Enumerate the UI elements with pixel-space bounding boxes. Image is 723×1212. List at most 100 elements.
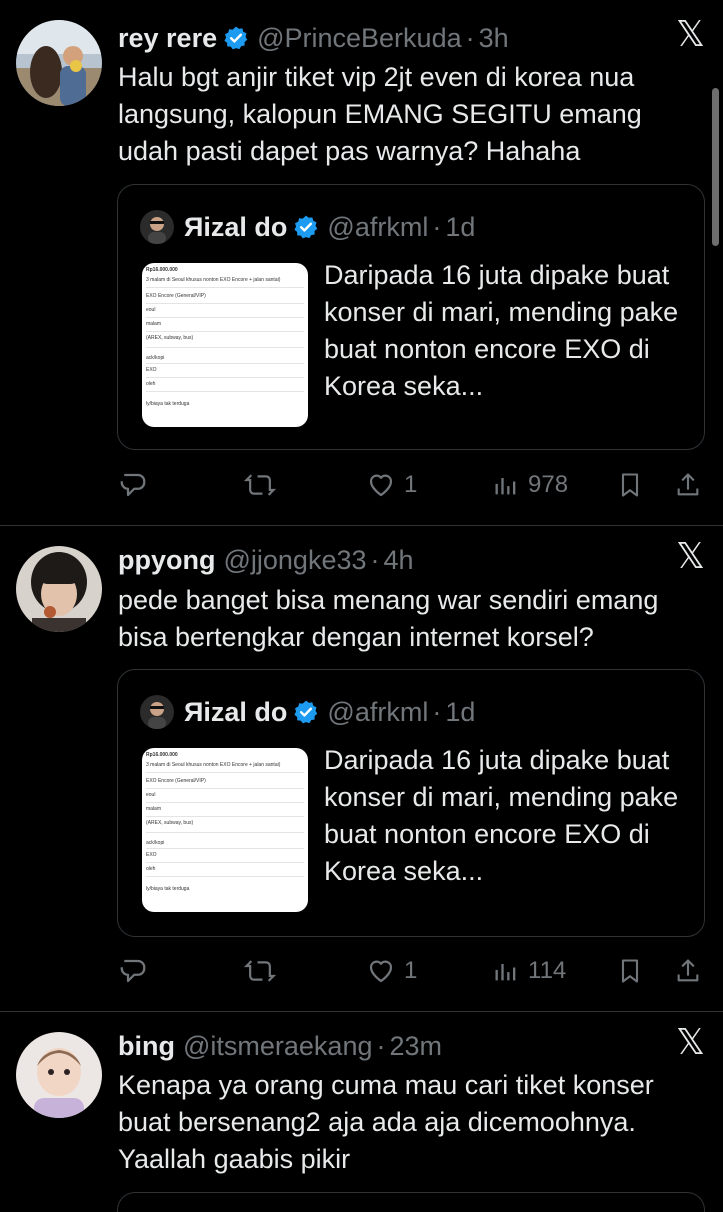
thumb-text: (AREX, subway, bus) [146, 335, 194, 341]
like-count: 1 [404, 957, 418, 984]
thumb-text: malam [146, 321, 162, 327]
retweet-icon [244, 474, 276, 496]
timestamp[interactable]: 23m [389, 1031, 442, 1062]
quoted-timestamp: 1d [445, 696, 476, 727]
thumb-text: eoul [146, 792, 156, 798]
retweet-icon [244, 960, 276, 982]
like-count: 1 [404, 471, 418, 498]
thumb-text: EXO [146, 367, 157, 373]
handle[interactable]: @PrinceBerkuda [257, 23, 462, 54]
thumb-text: EXO Encore (General/VIP) [146, 293, 206, 299]
views-button[interactable]: 978 [492, 468, 568, 502]
thumb-text: EXO Encore (General/VIP) [146, 778, 206, 784]
tweet-actions: 1 114 [118, 954, 708, 988]
like-button[interactable]: 1 [366, 468, 417, 502]
heart-icon [369, 960, 393, 983]
reply-icon [120, 473, 146, 497]
tweet-header: bing @itsmeraekang · 23m [118, 1026, 442, 1066]
handle[interactable]: @itsmeraekang [183, 1031, 373, 1062]
tweet-text: pede banget bisa menang war sendiri eman… [118, 585, 659, 652]
thumb-text: ack/kopi [146, 840, 165, 846]
quoted-tweet-header: Яizal do @afrkml · 1d [140, 209, 475, 245]
quoted-avatar [140, 210, 174, 244]
display-name[interactable]: ppyong [118, 545, 215, 576]
quoted-image-thumbnail[interactable]: Rp16.000.000 3 malam di Seoul khusus non… [142, 263, 308, 427]
x-logo-icon[interactable]: 𝕏 [676, 536, 705, 577]
quoted-image-thumbnail[interactable]: Rp16.000.000 3 malam di Seoul khusus non… [142, 748, 308, 912]
separator: · [370, 544, 380, 575]
handle[interactable]: @jjongke33 [223, 545, 366, 576]
timestamp[interactable]: 3h [479, 23, 509, 54]
views-button[interactable]: 114 [492, 954, 566, 988]
thumb-text: oleh [146, 381, 156, 387]
quoted-tweet-text: Daripada 16 juta dipake buat konser di m… [324, 745, 679, 886]
thumb-text: 3 malam di Seoul khusus nonton EXO Encor… [146, 762, 281, 768]
quoted-tweet[interactable]: Яizal do @afrkml · 1d Rp16.000.000 3 mal… [117, 669, 705, 937]
display-name[interactable]: rey rere [118, 23, 217, 54]
separator: · [465, 22, 475, 53]
tweet-header: ppyong @jjongke33 · 4h [118, 540, 414, 580]
avatar[interactable] [16, 546, 102, 632]
views-count: 978 [528, 471, 569, 498]
verified-badge-icon [223, 25, 249, 51]
quoted-avatar [140, 695, 174, 729]
thumb-text: malam [146, 806, 162, 812]
tweet-3[interactable]: bing @itsmeraekang · 23m 𝕏 Kenapa ya ora… [0, 1012, 723, 1212]
like-button[interactable]: 1 [366, 954, 417, 988]
quoted-display-name: Яizal do [184, 696, 288, 727]
views-count: 114 [528, 957, 567, 984]
avatar[interactable] [16, 1032, 102, 1118]
heart-icon [369, 474, 393, 497]
x-logo-icon[interactable]: 𝕏 [676, 14, 705, 55]
verified-badge-icon [293, 699, 319, 725]
retweet-button[interactable] [244, 954, 284, 988]
thumb-text: 3 malam di Seoul khusus nonton EXO Encor… [146, 277, 281, 283]
bookmark-icon [621, 473, 639, 497]
scrollbar[interactable] [712, 88, 719, 246]
bookmark-button[interactable] [616, 954, 644, 988]
quoted-handle: @afrkml [327, 696, 429, 727]
separator: · [376, 1030, 386, 1061]
separator: · [432, 211, 442, 242]
reply-button[interactable] [118, 954, 156, 988]
thumb-text: (AREX, subway, bus) [146, 820, 194, 826]
quoted-tweet-text: Daripada 16 juta dipake buat konser di m… [324, 260, 679, 401]
quoted-tweet[interactable] [117, 1192, 705, 1212]
quoted-tweet[interactable]: Яizal do @afrkml · 1d Rp16.000.000 3 mal… [117, 184, 705, 450]
quoted-display-name: Яizal do [184, 211, 288, 242]
tweet-header: rey rere @PrinceBerkuda · 3h [118, 18, 509, 58]
thumb-text: oleh [146, 866, 156, 872]
share-icon [677, 473, 699, 496]
share-icon [677, 959, 699, 982]
views-icon [495, 964, 516, 981]
views-icon [495, 478, 516, 495]
tweet-2[interactable]: ppyong @jjongke33 · 4h 𝕏 pede banget bis… [0, 526, 723, 1011]
reply-button[interactable] [118, 468, 156, 502]
reply-icon [120, 959, 146, 983]
thumb-text: ly/biaya tak terduga [146, 401, 190, 407]
thumb-text: Rp16.000.000 [146, 752, 178, 758]
thumb-text: Rp16.000.000 [146, 267, 178, 273]
share-button[interactable] [674, 468, 702, 502]
tweet-1[interactable]: rey rere @PrinceBerkuda · 3h 𝕏 Halu bgt … [0, 0, 723, 525]
display-name[interactable]: bing [118, 1031, 175, 1062]
quoted-timestamp: 1d [445, 211, 476, 242]
thumb-text: ack/kopi [146, 355, 165, 361]
x-logo-icon[interactable]: 𝕏 [676, 1022, 705, 1063]
bookmark-button[interactable] [616, 468, 644, 502]
separator: · [432, 696, 442, 727]
avatar[interactable] [16, 20, 102, 106]
thumb-text: ly/biaya tak terduga [146, 886, 190, 892]
thumb-text: eoul [146, 307, 156, 313]
share-button[interactable] [674, 954, 702, 988]
timestamp[interactable]: 4h [384, 545, 414, 576]
bookmark-icon [621, 959, 639, 983]
tweet-text: Kenapa ya orang cuma mau cari tiket kons… [118, 1070, 654, 1174]
retweet-button[interactable] [244, 468, 284, 502]
quoted-tweet-header: Яizal do @afrkml · 1d [140, 694, 475, 730]
thumb-text: EXO [146, 852, 157, 858]
tweet-actions: 1 978 [118, 468, 708, 502]
quoted-handle: @afrkml [327, 211, 429, 242]
verified-badge-icon [293, 214, 319, 240]
tweet-text: Halu bgt anjir tiket vip 2jt even di kor… [118, 62, 642, 166]
